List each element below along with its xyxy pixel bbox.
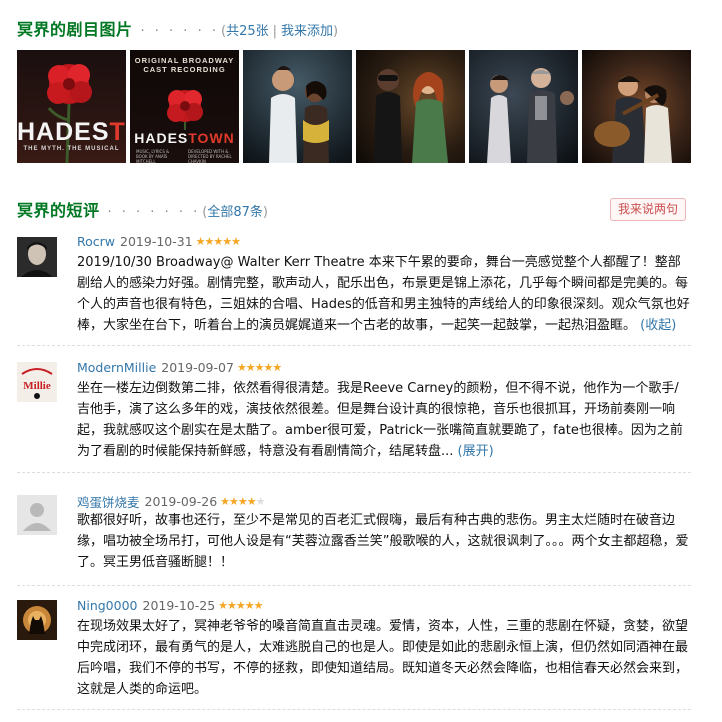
review-username[interactable]: Rocrw [77,234,115,249]
rating-stars: ★★★★★ [220,495,266,508]
svg-text:Millie: Millie [23,380,51,392]
review-item: Ning0000 2019-10-25 ★★★★★ 在现场效果太好了，冥神老爷爷… [17,598,691,710]
rating-stars: ★★★★★ [218,599,263,612]
star-icon: ★★★★ [220,495,256,508]
rating-stars: ★★★★★ [195,235,241,248]
star-icon: ★★★★★ [195,235,241,248]
write-review-button[interactable]: 我来说两句 [610,198,686,221]
poster1-subtitle: THE MYTH. THE MUSICAL [23,146,120,152]
review-header: Rocrw 2019-10-31 ★★★★★ [77,234,241,249]
review-body: 在现场效果太好了，冥神老爷爷的嗓音简直直击灵魂。爱情，资本，人性，三重的悲剧在怀… [77,619,689,697]
poster1-word-right: TOWN [109,118,126,146]
review-item: Rocrw 2019-10-31 ★★★★★ 2019/10/30 Broadw… [17,234,691,346]
photos-section-dots: · · · · · · [140,24,219,39]
review-item: Millie ModernMillie 2019-09-07 ★★★★★ 坐在一… [17,360,691,473]
cat-silhouette-avatar-icon [17,600,57,640]
review-username[interactable]: ModernMillie [77,360,156,375]
review-date: 2019-09-26 [144,494,218,509]
review-header: 鸡蛋饼烧麦 2019-09-26 ★★★★★ [77,492,265,511]
user-portrait-icon [17,237,57,277]
poster2-wordmark: HADESTOWN [130,130,239,146]
review-body: 2019/10/30 Broadway@ Walter Kerr Theatre… [77,255,690,333]
photos-count-link[interactable]: 共25张 [226,24,269,39]
stage-photo-hades-persephone-icon [374,69,448,163]
photos-section-header: 冥界的剧目图片 · · · · · · (共25张 | 我来添加) [17,16,338,40]
review-item: 鸡蛋饼烧麦 2019-09-26 ★★★★★ 歌都很好听，故事也还行，至少不是常… [17,492,691,586]
photos-section-title: 冥界的剧目图片 [17,20,133,39]
paren-close: ) [262,205,268,220]
review-text: 在现场效果太好了，冥神老爷爷的嗓音简直直击灵魂。爱情，资本，人性，三重的悲剧在怀… [77,616,691,700]
photo-thumbnail[interactable] [469,50,578,163]
stage-photo-guitar-embrace-icon [594,76,672,163]
add-photo-link[interactable]: 我来添加 [281,24,333,39]
photo-thumbnail[interactable] [582,50,691,163]
review-text: 歌都很好听，故事也还行，至少不是常见的百老汇式假嗨，最后有种古典的悲伤。男主太烂… [77,510,691,573]
star-icon: ★★★★★ [218,599,263,612]
poster1-word-left: HADES [17,118,110,146]
review-body: 歌都很好听，故事也还行，至少不是常见的百老汇式假嗨，最后有种古典的悲伤。男主太烂… [77,513,689,570]
review-username[interactable]: 鸡蛋饼烧麦 [77,492,140,511]
avatar[interactable] [17,600,57,640]
review-date: 2019-09-07 [161,360,234,375]
star-icon: ★★★★★ [236,361,282,374]
photo-thumbnail[interactable] [356,50,465,163]
review-text: 坐在一楼左边倒数第二排，依然看得很清楚。我是Reeve Carney的颜粉，但不… [77,378,691,462]
photo-thumbnail[interactable]: HADESTOWN THE MYTH. THE MUSICAL [17,50,126,163]
review-header: Ning0000 2019-10-25 ★★★★★ [77,598,263,613]
expand-link[interactable]: (展开) [458,444,494,459]
photo-thumbnail[interactable] [243,50,352,163]
cast-recording-flower-icon [167,90,203,130]
reviews-section-meta: (全部87条) [202,201,268,220]
millie-poster-avatar-icon: Millie [17,362,57,402]
all-reviews-link[interactable]: 全部87条 [207,205,263,220]
poster1-wordmark: HADESTOWN [17,118,126,147]
empty-star-icon: ★ [255,495,266,508]
avatar[interactable] [17,495,57,535]
review-header: ModernMillie 2019-09-07 ★★★★★ [77,360,282,375]
meta-separator: | [272,24,277,39]
poster2-word-right: TOWN [188,130,235,146]
reviews-section-dots: · · · · · · · [107,205,201,220]
reviews-section-header: 冥界的短评 · · · · · · · (全部87条) [17,197,268,221]
default-user-avatar-icon [17,495,57,535]
stage-photo-couple-icon [269,66,329,163]
stage-photo-ensemble-icon [487,68,574,163]
reviews-section-title: 冥界的短评 [17,201,100,220]
review-username[interactable]: Ning0000 [77,598,138,613]
photo-strip: HADESTOWN THE MYTH. THE MUSICAL ORIGINAL… [17,50,691,163]
poster2-credits-right: DEVELOPED WITH & DIRECTED BY RACHEL CHAV… [188,149,232,163]
photo-thumbnail[interactable]: ORIGINAL BROADWAY CAST RECORDING HADESTO… [130,50,239,163]
review-body: 坐在一楼左边倒数第二排，依然看得很清楚。我是Reeve Carney的颜粉，但不… [77,381,683,459]
poster2-credits-left: MUSIC, LYRICS & BOOK BY ANAÏS MITCHELL [136,149,170,163]
avatar[interactable] [17,237,57,277]
avatar[interactable]: Millie [17,362,57,402]
rating-stars: ★★★★★ [236,361,282,374]
photos-section-meta: (共25张 | 我来添加) [221,20,338,39]
poster2-word-left: HADES [134,130,189,146]
collapse-link[interactable]: (收起) [640,318,676,333]
review-date: 2019-10-25 [142,598,216,613]
review-text: 2019/10/30 Broadway@ Walter Kerr Theatre… [77,252,691,336]
review-date: 2019-10-31 [120,234,193,249]
paren-close: ) [333,24,339,39]
